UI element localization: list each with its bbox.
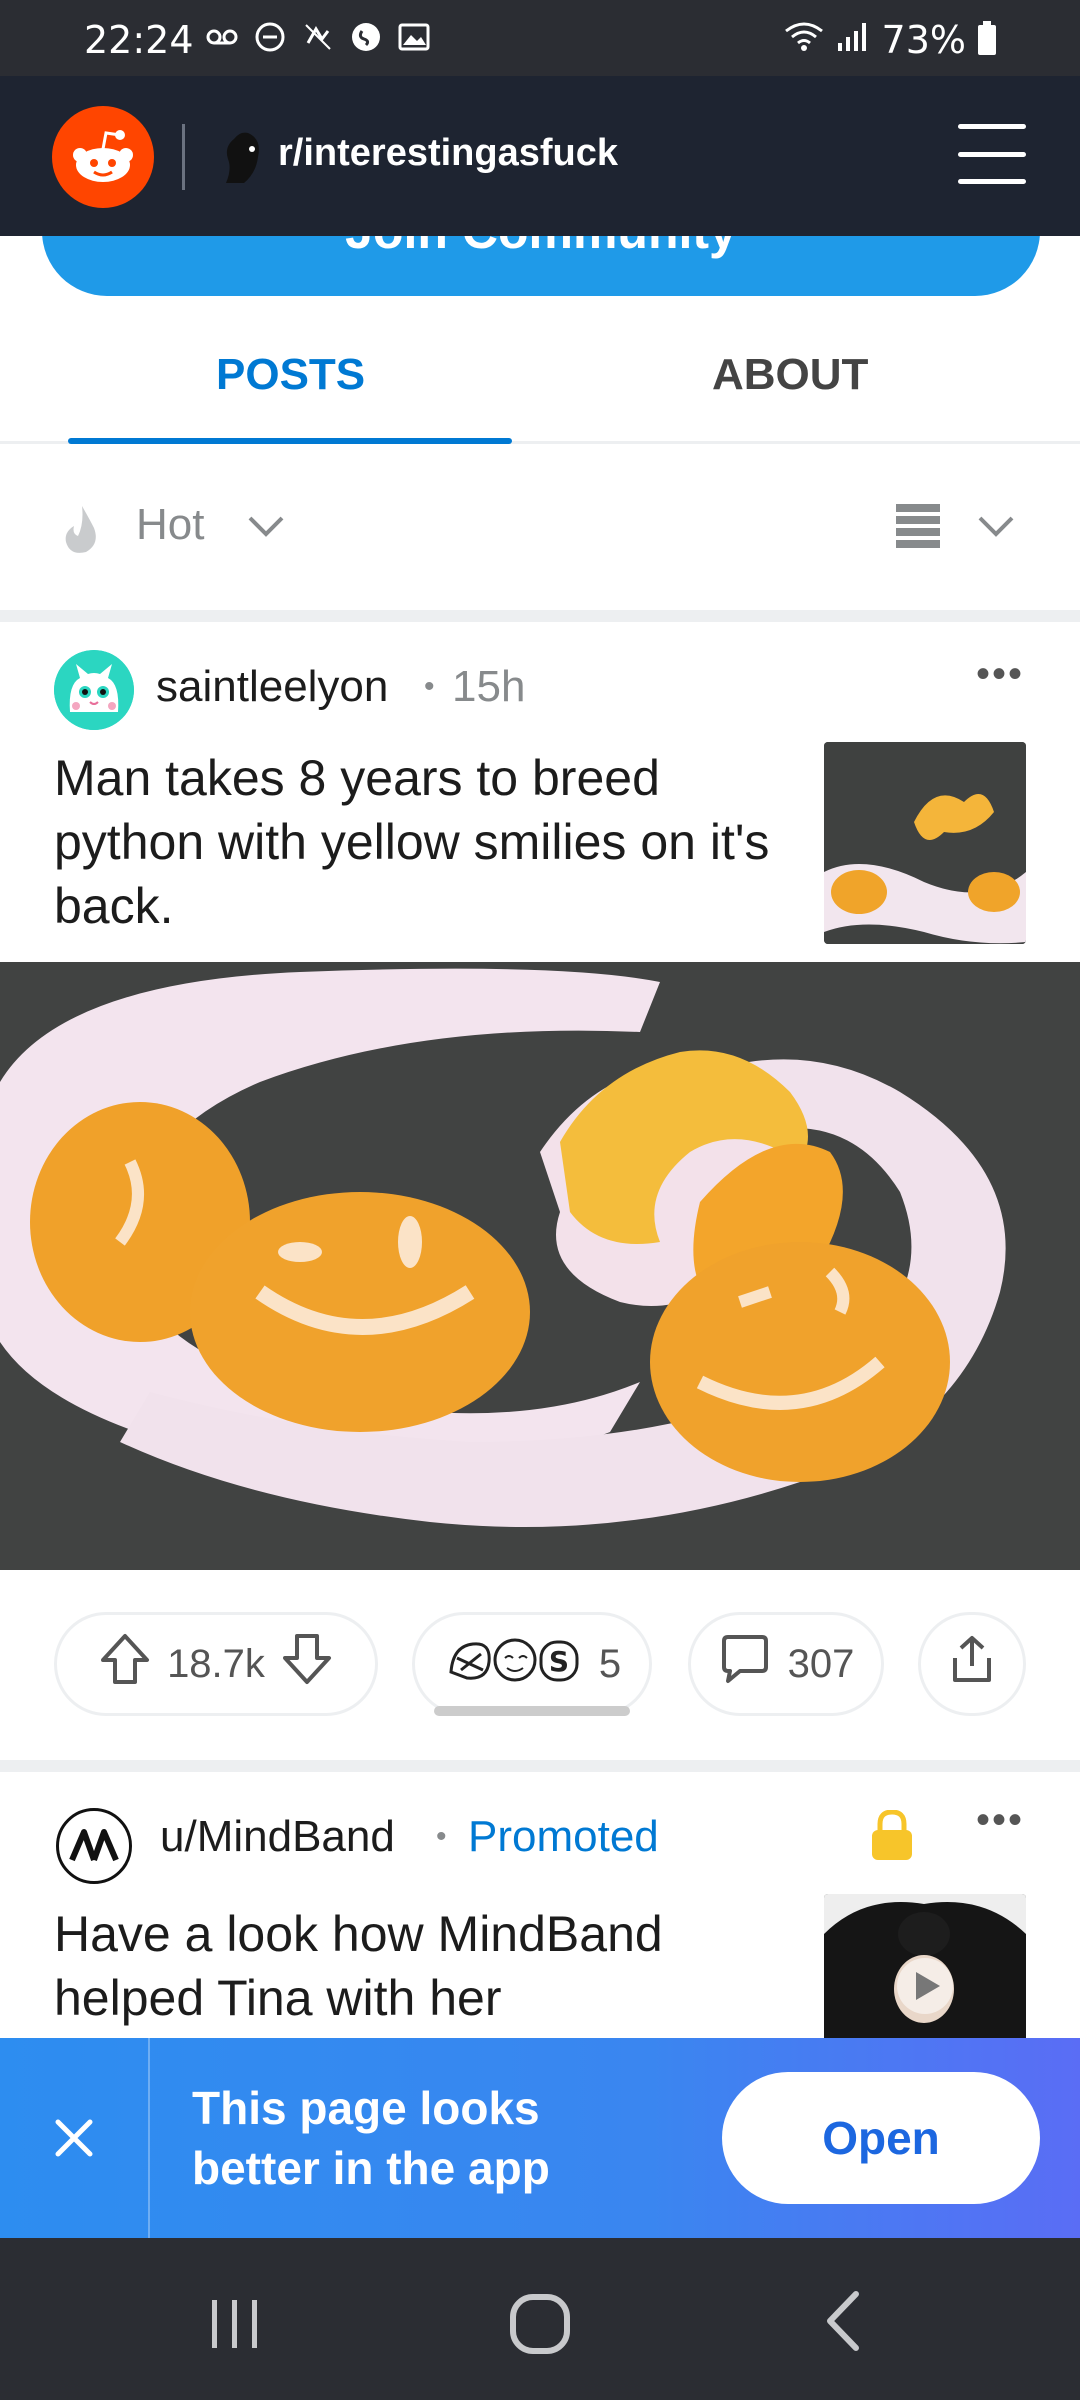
card-view-icon[interactable] [894, 502, 942, 557]
post-title[interactable]: Man takes 8 years to breed python with y… [54, 746, 794, 938]
open-in-app-banner: This page looks better in the app Open [0, 2038, 1080, 2238]
join-community-button[interactable]: Join Community [42, 236, 1040, 296]
close-icon[interactable] [0, 2038, 150, 2238]
share-icon [949, 1634, 995, 1694]
subreddit-avatar [218, 129, 266, 185]
sort-label[interactable]: Hot [136, 500, 204, 550]
post-actions: 18.7k S 5 307 [0, 1612, 1080, 1720]
system-nav-bar [0, 2238, 1080, 2400]
awards-shadow [434, 1706, 630, 1716]
sort-bar: Hot [0, 444, 1080, 612]
lock-icon [870, 1809, 914, 1867]
banner-message: This page looks better in the app [192, 2082, 550, 2194]
comments-button[interactable]: 307 [688, 1612, 884, 1716]
recent-apps-icon[interactable] [208, 2296, 264, 2357]
promoted-thumbnail[interactable] [824, 1894, 1026, 2038]
wifi-icon [784, 18, 824, 62]
promoted-title[interactable]: Have a look how MindBand helped Tina wit… [54, 1902, 774, 2030]
battery-icon [978, 21, 996, 55]
muted-icon [301, 20, 335, 54]
subreddit-name[interactable]: r/interestingasfuck [278, 132, 618, 175]
view-chevron-down-icon[interactable] [976, 514, 1016, 543]
header-divider [182, 124, 185, 190]
promoted-label: Promoted [468, 1812, 659, 1861]
more-options-icon[interactable]: ••• [976, 652, 1024, 697]
do-not-disturb-icon [253, 20, 287, 54]
promoted-author[interactable]: u/MindBand [160, 1812, 395, 1862]
awards-icons: S [443, 1632, 583, 1696]
downvote-icon[interactable] [281, 1632, 333, 1696]
awards-button[interactable]: S 5 [412, 1612, 652, 1716]
svg-text:S: S [549, 1645, 569, 1678]
feed-separator [0, 610, 1080, 622]
tab-about[interactable]: ABOUT [712, 350, 868, 400]
menu-icon[interactable] [958, 124, 1026, 184]
promoted-more-options-icon[interactable]: ••• [976, 1798, 1024, 1843]
chevron-down-icon[interactable] [246, 514, 286, 543]
back-icon[interactable] [822, 2290, 862, 2357]
author-avatar[interactable] [54, 650, 134, 730]
share-button[interactable] [918, 1612, 1026, 1716]
feed-separator-2 [0, 1760, 1080, 1772]
mindband-logo-icon[interactable] [56, 1808, 132, 1884]
home-icon[interactable] [508, 2292, 572, 2361]
post-time: 15h [452, 662, 526, 711]
separator-dot: • [436, 1820, 447, 1853]
vote-count: 18.7k [167, 1641, 265, 1686]
reddit-logo-icon[interactable] [52, 106, 154, 208]
post-author[interactable]: saintleelyon [156, 662, 388, 712]
gallery-icon [397, 20, 431, 54]
subreddit-tabs: POSTS ABOUT [0, 316, 1080, 444]
status-right: 73% [784, 18, 996, 62]
comment-count: 307 [787, 1641, 855, 1686]
status-bar: 22:24 73% [0, 0, 1080, 76]
battery-percent: 73% [881, 18, 966, 62]
upvote-icon[interactable] [99, 1632, 151, 1696]
post-image[interactable] [0, 962, 1080, 1570]
tab-posts[interactable]: POSTS [216, 350, 365, 400]
status-time: 22:24 [84, 18, 194, 62]
signal-icon [836, 18, 870, 62]
promoted-post-card[interactable]: u/MindBand • Promoted ••• Have a look ho… [0, 1772, 1080, 2038]
open-app-button[interactable]: Open [722, 2072, 1040, 2204]
shazam-icon [349, 20, 383, 54]
awards-count: 5 [598, 1641, 622, 1686]
flame-icon[interactable] [60, 504, 102, 559]
comment-icon [718, 1633, 772, 1695]
join-community-area: Join Community [0, 236, 1080, 296]
separator-dot: • [424, 670, 435, 703]
status-icons [205, 20, 431, 54]
app-header: r/interestingasfuck [0, 76, 1080, 236]
vote-control: 18.7k [54, 1612, 378, 1716]
post-thumbnail[interactable] [824, 742, 1026, 944]
voicemail-icon [205, 20, 239, 54]
